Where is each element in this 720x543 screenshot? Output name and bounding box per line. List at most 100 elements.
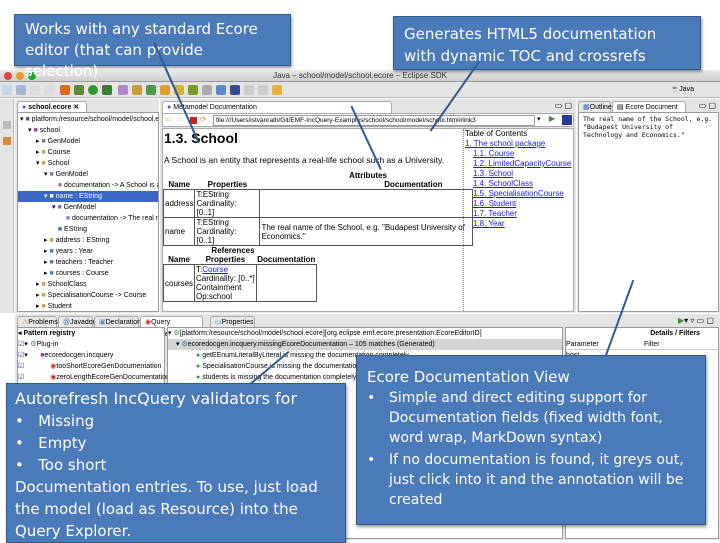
tree-item[interactable]: ▸ ■ SpecialisationCourse -> Course	[18, 290, 158, 301]
pattern-item[interactable]: ☑ ◉tooShortEcoreGenDocumentation	[18, 361, 164, 372]
close-tab-icon[interactable]: ✕	[73, 104, 79, 111]
tree-item[interactable]: ▾ ■ GenModel	[18, 202, 158, 213]
view-controls[interactable]: ▶▾ ▿ ▭ ▢	[678, 316, 714, 325]
run-icon[interactable]	[88, 85, 99, 95]
cut-icon[interactable]	[202, 85, 213, 95]
view-minmax-controls[interactable]: ▭ ▢	[699, 101, 716, 110]
tree-item[interactable]: ▸ ■ SchoolClass	[18, 279, 158, 290]
expand-icon[interactable]	[52, 182, 56, 189]
attr-card: Cardinality:	[196, 199, 237, 208]
expand-icon[interactable]: ▸	[36, 303, 40, 310]
expand-icon[interactable]: ▸	[36, 292, 40, 299]
print-icon[interactable]	[44, 85, 54, 95]
expand-icon[interactable]: ▸	[44, 248, 48, 255]
tree-item[interactable]: ▸ ■ Student	[18, 301, 158, 311]
expand-icon[interactable]: ▸	[36, 138, 40, 145]
debug-icon[interactable]	[60, 85, 71, 95]
new-icon[interactable]	[2, 85, 12, 95]
go-icon[interactable]: ▶	[549, 114, 555, 123]
expand-icon[interactable]: ▾	[20, 116, 24, 123]
toc-link[interactable]: 1.8. Year	[473, 219, 505, 228]
expand-icon[interactable]	[60, 215, 64, 222]
toc-link[interactable]: 1.1. Course	[473, 149, 514, 158]
generate-icon[interactable]	[562, 115, 572, 125]
java-perspective-icon: ☕	[670, 86, 680, 93]
url-input[interactable]: file:///Users/istvanrath/Git/EMF-IncQuer…	[213, 115, 535, 126]
expand-icon[interactable]: ▾	[52, 204, 56, 211]
checkbox-checked[interactable]: ☑	[18, 363, 24, 370]
tree-item[interactable]: ▸ ■ years : Year	[18, 246, 158, 257]
pattern-item[interactable]: ☑ ◉zeroLengthEcoreGenDocumentation	[18, 372, 170, 383]
page-heading: 1.3. School	[164, 130, 238, 146]
back-icon[interactable]	[272, 85, 283, 95]
close-window-icon[interactable]	[4, 72, 12, 80]
minimize-window-icon[interactable]	[16, 72, 24, 80]
attribute-icon: ■	[49, 237, 54, 244]
expand-icon[interactable]: ▸	[44, 270, 48, 277]
tree-item[interactable]: ▸ ■ GenModel	[18, 136, 158, 147]
toc-link[interactable]: 1.3. School	[473, 169, 513, 178]
callout-title: Ecore Documentation View	[367, 368, 570, 386]
back-icon[interactable]: ⇦	[165, 115, 172, 124]
col-properties: Properties	[205, 255, 246, 264]
tree-item[interactable]: ▾ ■ platform:/resource/school/model/scho…	[18, 114, 158, 125]
open-type-icon[interactable]	[160, 85, 171, 95]
pattern-item[interactable]: ☑▾ ■ecoredocgen.incquery	[18, 350, 164, 361]
tree-item[interactable]: ■ documentation -> A School is a	[18, 180, 158, 191]
restore-icon[interactable]	[3, 121, 11, 129]
run-icon[interactable]: ▶	[678, 316, 684, 325]
toc-link[interactable]: 1. The school package	[465, 139, 545, 148]
expand-icon[interactable]	[52, 226, 56, 233]
external-tools-icon[interactable]	[102, 85, 113, 95]
expand-icon[interactable]: ▾	[28, 127, 32, 134]
expand-icon[interactable]: ▸	[44, 259, 48, 266]
toc-link[interactable]: 1.7. Teacher	[473, 209, 517, 218]
view-minmax-controls[interactable]: ▭ ▢	[555, 101, 572, 110]
url-dropdown-icon[interactable]: ▾	[537, 115, 541, 123]
refresh-icon[interactable]: ⟳	[200, 115, 207, 124]
tree-item[interactable]: ▸ ■ teachers : Teacher	[18, 257, 158, 268]
next-annotation-icon[interactable]	[244, 85, 255, 95]
attr-doc: The real name of the School, e.g. "Budap…	[259, 217, 473, 246]
tree-item[interactable]: ▾ ■ School	[18, 158, 158, 169]
tab-metamodel-documentation[interactable]: ● Metamodel Documentation (platform:/res…	[162, 101, 392, 123]
tree-item[interactable]: ▸ ■ Course	[18, 147, 158, 158]
pin-icon[interactable]	[230, 85, 241, 95]
expand-icon[interactable]: ▸	[36, 281, 40, 288]
tree-item[interactable]: ■ documentation -> The real n	[18, 213, 158, 224]
expand-icon[interactable]: ▾	[44, 193, 48, 200]
forward-icon[interactable]: ⇨	[177, 115, 184, 124]
tree-item[interactable]: ▾ ■ name : EString	[18, 191, 158, 202]
tree-item[interactable]: ■ EString	[18, 224, 158, 235]
checkbox-checked[interactable]: ☑	[18, 374, 24, 381]
match-root[interactable]: ▾ ⚙[platform:/resource/school/model/scho…	[168, 328, 562, 339]
pattern-item[interactable]: ☑▾ ⚙Plug-in	[18, 339, 164, 350]
prev-annotation-icon[interactable]	[258, 85, 269, 95]
toc-link[interactable]: 1.2. LimitedCapacityCourse	[473, 159, 571, 168]
toc-link[interactable]: 1.5. SpecialisationCourse	[473, 189, 564, 198]
refresh-icon[interactable]	[188, 85, 199, 95]
expand-icon[interactable]: ▸	[36, 149, 40, 156]
tree-item[interactable]: ▾ ■ school	[18, 125, 158, 136]
tree-item[interactable]: ▸ ■ address : EString	[18, 235, 158, 246]
documentation-editor[interactable]: The real name of the School, e.g. "Budap…	[578, 112, 719, 312]
new-package-icon[interactable]	[146, 85, 157, 95]
toc-link[interactable]: 1.6. Student	[473, 199, 516, 208]
expand-icon[interactable]: ▾	[44, 171, 48, 178]
open-icon[interactable]	[16, 85, 26, 95]
tree-item[interactable]: ▸ ■ courses : Course	[18, 268, 158, 279]
ref-type-link[interactable]: Course	[202, 265, 228, 274]
ecore-tree[interactable]: ▾ ■ platform:/resource/school/model/scho…	[17, 112, 159, 312]
new-class-icon[interactable]	[132, 85, 143, 95]
expand-icon[interactable]: ▸	[44, 237, 48, 244]
bug-icon[interactable]	[74, 85, 85, 95]
hierarchy-icon[interactable]	[3, 137, 11, 145]
palette-icon[interactable]	[118, 85, 129, 95]
toc-link[interactable]: 1.4. SchoolClass	[473, 179, 533, 188]
save-icon[interactable]	[30, 85, 40, 95]
expand-icon[interactable]: ▾	[36, 160, 40, 167]
match-pattern[interactable]: ▾ ⚙ecoredocgen.incquery.missingEcoreDocu…	[168, 339, 562, 350]
perspective-java[interactable]: ☕Java	[670, 85, 694, 93]
tree-item[interactable]: ▾ ■ GenModel	[18, 169, 158, 180]
search-icon[interactable]	[216, 85, 227, 95]
